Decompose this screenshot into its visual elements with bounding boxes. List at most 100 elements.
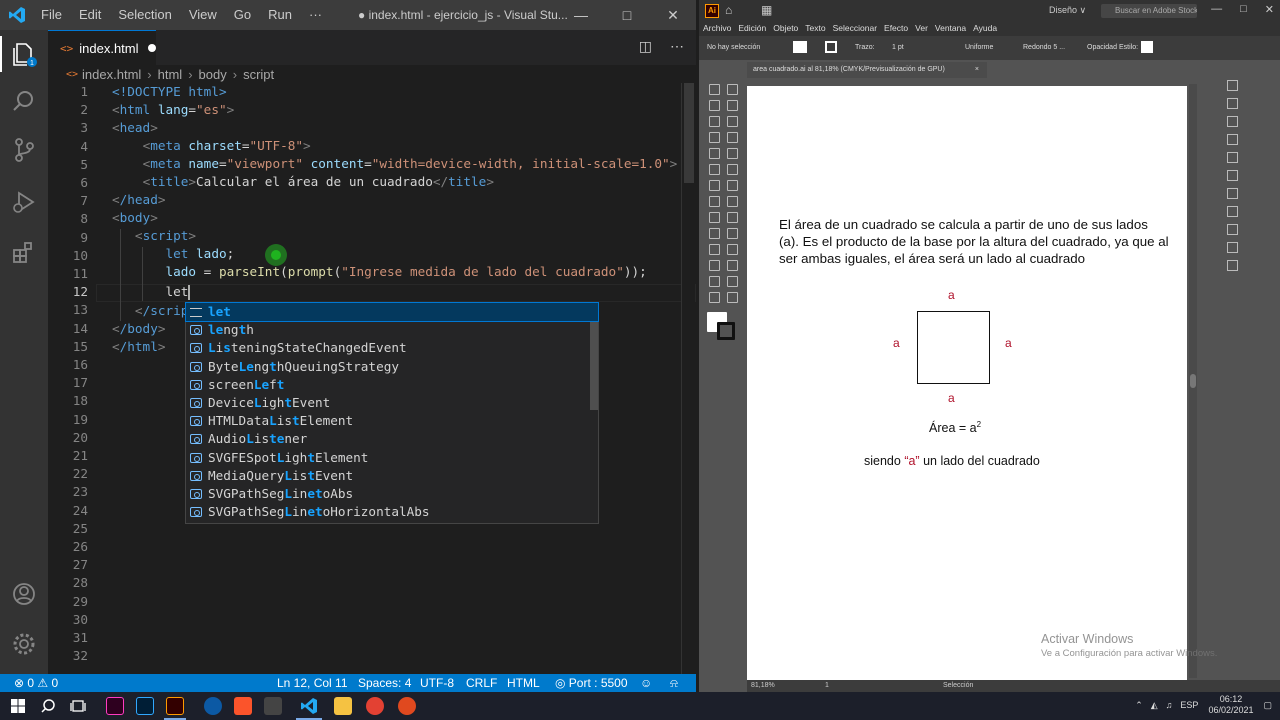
ai-menu-ventana[interactable]: Ventana [935,22,966,36]
layout-icon[interactable]: ▦ [761,3,772,17]
problems-indicator[interactable]: ⊗ 0 ⚠ 0 [14,676,58,690]
vscode-taskbar-icon[interactable] [300,697,318,715]
explorer-icon[interactable]: 1 [10,40,38,68]
tool-icon[interactable] [727,148,738,159]
minimize-icon[interactable]: — [558,0,604,30]
tool-icon[interactable] [727,212,738,223]
stroke-weight[interactable]: 1 pt [892,44,904,51]
account-icon[interactable] [10,580,38,608]
tool-icon[interactable] [709,244,720,255]
search-icon[interactable] [39,697,57,715]
suggestion-item[interactable]: MediaQueryListEvent [186,467,598,485]
panel-icon[interactable] [1227,152,1238,163]
tool-icon[interactable] [727,292,738,303]
breadcrumb-body[interactable]: body [199,67,227,82]
file-explorer-icon[interactable] [334,697,352,715]
brush-definition[interactable]: Redondo 5 ... [1023,44,1065,51]
task-view-icon[interactable] [69,697,87,715]
suggestion-item[interactable]: let [185,301,599,323]
ai-menu-edicion[interactable]: Edición [738,22,766,36]
panel-icon[interactable] [1227,188,1238,199]
brave-alt-icon[interactable] [398,697,416,715]
suggestion-item[interactable]: length [186,321,598,339]
breadcrumb-file[interactable]: index.html [82,67,141,82]
menu-selection[interactable]: Selection [118,7,171,22]
show-hidden-icon[interactable]: ⌃ [1135,700,1143,711]
tool-icon[interactable] [727,164,738,175]
tool-icon[interactable] [727,132,738,143]
workspace-switcher[interactable]: Diseño ∨ [1049,5,1086,16]
tool-icon[interactable] [727,180,738,191]
ai-menu-efecto[interactable]: Efecto [884,22,908,36]
panel-icon[interactable] [1227,242,1238,253]
panel-icon[interactable] [1227,98,1238,109]
settings-gear-icon[interactable] [10,630,38,658]
close-icon[interactable]: ✕ [650,0,696,30]
premiere-icon[interactable] [106,697,124,715]
extensions-icon[interactable] [10,238,38,266]
square-shape[interactable] [917,311,990,384]
chrome-icon[interactable] [366,697,384,715]
brave-icon[interactable] [234,697,252,715]
menu-more[interactable]: ··· [309,7,322,22]
illustrator-taskbar-icon[interactable] [166,697,184,715]
ai-menu-objeto[interactable]: Objeto [773,22,798,36]
menu-view[interactable]: View [189,7,217,22]
autocomplete-widget[interactable]: let length ListeningStateChangedEvent ByteL… [185,301,599,524]
style-swatch[interactable] [1141,41,1153,53]
tool-icon[interactable] [709,164,720,175]
suggestion-item[interactable]: ByteLengthQueuingStrategy [186,358,598,376]
minimize-icon[interactable]: — [1211,3,1222,16]
panel-icon[interactable] [1227,260,1238,271]
tool-icon[interactable] [709,228,720,239]
close-icon[interactable]: × [975,62,979,78]
line-ending[interactable]: CRLF [466,676,497,690]
tool-icon[interactable] [727,228,738,239]
artboard-number[interactable]: 1 [825,682,829,689]
menu-run[interactable]: Run [268,7,292,22]
tool-icon[interactable] [727,116,738,127]
tool-icon[interactable] [727,100,738,111]
canvas-scrollbar[interactable] [1189,84,1197,678]
tool-icon[interactable] [727,244,738,255]
opacity-label[interactable]: Opacidad [1087,44,1117,51]
zoom-level[interactable]: 81,18% [751,682,775,689]
ai-menu-texto[interactable]: Texto [805,22,825,36]
tool-icon[interactable] [709,116,720,127]
variable-width-profile[interactable]: Uniforme [965,44,993,51]
store-icon[interactable] [264,697,282,715]
suggestion-item[interactable]: SVGPathSegLinetoHorizontalAbs [186,503,598,521]
close-icon[interactable]: ✕ [1265,3,1274,16]
volume-icon[interactable]: ♫ [1166,700,1173,710]
tool-icon[interactable] [709,276,720,287]
document-tab[interactable]: area cuadrado.ai al 81,18% (CMYK/Previsu… [747,62,987,78]
panel-icon[interactable] [1227,170,1238,181]
stock-search-input[interactable]: Buscar en Adobe Stock [1101,4,1197,18]
fill-swatch[interactable] [793,41,807,53]
scrollbar-thumb[interactable] [684,83,694,183]
photoshop-icon[interactable] [136,697,154,715]
editor-scrollbar[interactable] [681,83,695,674]
tool-icon[interactable] [709,84,720,95]
tool-icon[interactable] [727,196,738,207]
suggestion-item[interactable]: DeviceLightEvent [186,394,598,412]
menu-file[interactable]: File [41,7,62,22]
cursor-position[interactable]: Ln 12, Col 11 [277,676,348,690]
tool-icon[interactable] [727,84,738,95]
breadcrumb-script[interactable]: script [243,67,274,82]
ai-menu-archivo[interactable]: Archivo [703,22,731,36]
notification-icon[interactable]: ▢ [1263,700,1272,711]
ai-menu-ayuda[interactable]: Ayuda [973,22,997,36]
tool-icon[interactable] [727,276,738,287]
tool-icon[interactable] [709,148,720,159]
ai-menu-ver[interactable]: Ver [915,22,928,36]
ai-menu-seleccionar[interactable]: Seleccionar [833,22,877,36]
panel-icon[interactable] [1227,206,1238,217]
tool-icon[interactable] [709,100,720,111]
scrollbar-thumb[interactable] [1190,374,1196,388]
suggestion-item[interactable]: HTMLDataListElement [186,412,598,430]
language-mode[interactable]: HTML [507,676,540,690]
more-actions-icon[interactable]: ⋯ [670,38,684,55]
tool-icon[interactable] [709,180,720,191]
edge-icon[interactable] [204,697,222,715]
